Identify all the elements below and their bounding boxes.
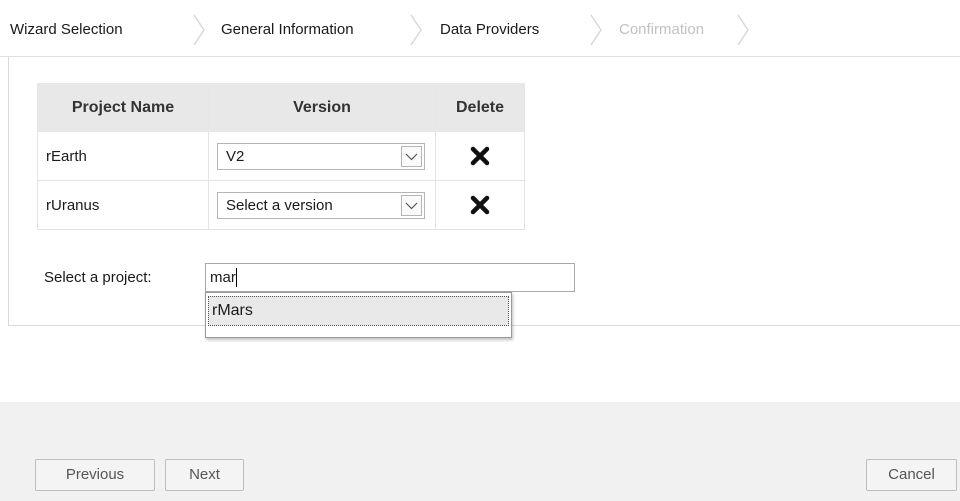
- version-cell: V2: [208, 131, 436, 181]
- version-cell: Select a version: [208, 180, 436, 230]
- version-select[interactable]: Select a version: [217, 191, 425, 219]
- version-select[interactable]: V2: [217, 142, 425, 170]
- version-select-value: Select a version: [226, 196, 333, 214]
- dropdown-button[interactable]: [401, 194, 422, 216]
- chevron-down-icon: [405, 202, 418, 209]
- next-button[interactable]: Next: [165, 459, 244, 491]
- version-select-value: V2: [226, 147, 245, 165]
- projects-table: Project Name Version Delete rEarth V2 rU…: [37, 83, 525, 230]
- chevron-down-icon: [405, 153, 418, 160]
- autocomplete-option[interactable]: rMars: [208, 296, 509, 326]
- delete-cell: [435, 180, 525, 230]
- chevron-right-icon: [193, 14, 205, 46]
- column-header-project-name: Project Name: [37, 83, 209, 132]
- breadcrumb-step-wizard-selection[interactable]: Wizard Selection: [10, 16, 123, 44]
- cancel-button[interactable]: Cancel: [866, 459, 957, 491]
- column-header-delete: Delete: [435, 83, 525, 132]
- table-row: rEarth V2: [37, 131, 525, 181]
- delete-cell: [435, 131, 525, 181]
- autocomplete-dropdown: rMars: [205, 292, 512, 338]
- chevron-right-icon: [410, 14, 422, 46]
- project-search-value: mar: [210, 269, 236, 286]
- chevron-right-icon: [590, 14, 602, 46]
- select-project-label: Select a project:: [44, 269, 152, 286]
- chevron-right-icon: [737, 14, 749, 46]
- project-search-input[interactable]: mar: [205, 263, 575, 292]
- delete-x-icon[interactable]: [470, 195, 490, 215]
- breadcrumb-step-data-providers[interactable]: Data Providers: [440, 16, 539, 44]
- table-header-row: Project Name Version Delete: [37, 83, 525, 132]
- breadcrumb: Wizard Selection General Information Dat…: [0, 0, 960, 57]
- previous-button[interactable]: Previous: [35, 459, 155, 491]
- text-caret: [236, 268, 237, 287]
- dropdown-button[interactable]: [401, 145, 422, 167]
- delete-x-icon[interactable]: [470, 146, 490, 166]
- breadcrumb-step-general-information[interactable]: General Information: [221, 16, 354, 44]
- project-name-cell: rUranus: [37, 180, 209, 230]
- table-row: rUranus Select a version: [37, 180, 525, 230]
- breadcrumb-step-confirmation: Confirmation: [619, 21, 705, 38]
- column-header-version: Version: [208, 83, 436, 132]
- project-name-cell: rEarth: [37, 131, 209, 181]
